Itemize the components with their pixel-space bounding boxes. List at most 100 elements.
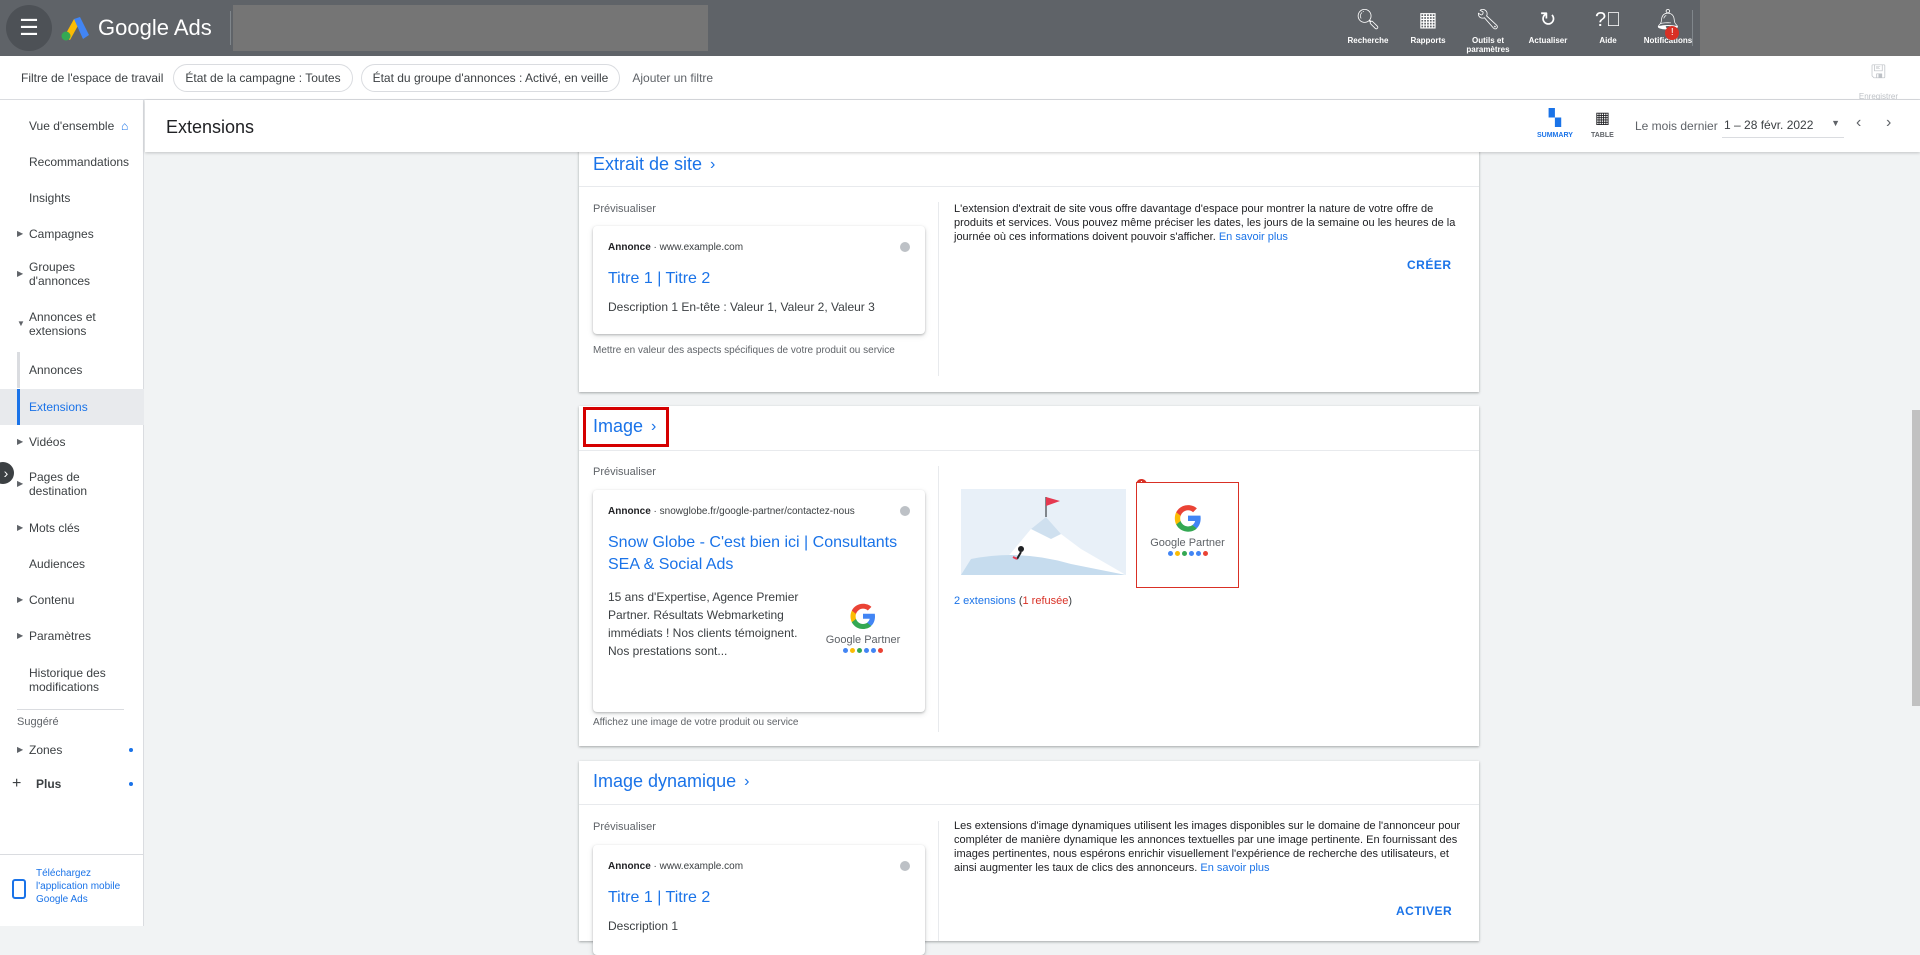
prev-period-button[interactable]: ‹ bbox=[1856, 114, 1861, 132]
divider bbox=[938, 821, 939, 941]
scrollbar[interactable] bbox=[1912, 410, 1920, 706]
dashboard-icon: ▚ bbox=[1548, 110, 1562, 127]
account-selector[interactable] bbox=[232, 5, 708, 51]
help-button[interactable]: ?⃝ Aide bbox=[1578, 0, 1638, 56]
next-period-button[interactable]: › bbox=[1886, 114, 1891, 132]
sidebar-item-extensions[interactable]: Extensions bbox=[0, 389, 144, 425]
new-dot bbox=[129, 782, 133, 786]
sidebar-item-insights[interactable]: Insights bbox=[0, 188, 144, 208]
sidebar-item-recommendations[interactable]: Recommandations bbox=[0, 152, 144, 172]
sidebar-item-ads[interactable]: Annonces bbox=[0, 360, 144, 380]
learn-more-link[interactable]: En savoir plus bbox=[1219, 231, 1288, 243]
create-button[interactable]: CRÉER bbox=[1407, 258, 1452, 272]
extension-count-link[interactable]: 2 extensions bbox=[954, 595, 1016, 607]
refresh-icon: ↻ bbox=[1539, 9, 1557, 31]
sidebar-item-label: Historique des modifications bbox=[29, 666, 106, 694]
ad-description: Description 1 En-tête : Valeur 1, Valeur… bbox=[608, 300, 875, 314]
table-icon: ▦ bbox=[1594, 110, 1610, 127]
chevron-right-icon: › bbox=[744, 772, 750, 790]
info-icon[interactable] bbox=[900, 242, 910, 252]
ad-description: Description 1 bbox=[608, 919, 679, 933]
sidebar-item-ad-groups[interactable]: ▶ Groupes d'annonces bbox=[0, 260, 144, 288]
sidebar-item-content[interactable]: ▶ Contenu bbox=[0, 590, 144, 610]
add-filter-button[interactable]: Ajouter un filtre bbox=[632, 71, 713, 85]
sidebar-item-more[interactable]: + Plus bbox=[0, 774, 144, 794]
sidebar-item-change-history[interactable]: Historique des modifications bbox=[0, 666, 144, 694]
notifications-button[interactable]: 🔔︎! Notifications bbox=[1638, 0, 1698, 56]
sidebar-item-label: Paramètres bbox=[29, 629, 92, 643]
divider bbox=[579, 186, 1479, 187]
mobile-download-icon bbox=[12, 879, 26, 899]
sitelink-extension-card: Extrait de site › Prévisualiser Annonce … bbox=[579, 140, 1479, 392]
account-info[interactable] bbox=[1700, 0, 1920, 56]
learn-more-link[interactable]: En savoir plus bbox=[1200, 862, 1269, 874]
reports-icon: ▦ bbox=[1418, 9, 1438, 31]
dynamic-image-card-title[interactable]: Image dynamique › bbox=[593, 771, 749, 792]
ad-url: www.example.com bbox=[659, 861, 744, 872]
partner-text: Google Partner bbox=[1150, 537, 1225, 549]
sidebar-item-videos[interactable]: ▶ Vidéos bbox=[0, 432, 144, 452]
google-ads-logo-icon bbox=[61, 17, 89, 41]
expand-arrow-icon: ▶ bbox=[17, 745, 24, 754]
expand-arrow-icon: ▶ bbox=[17, 523, 24, 532]
save-icon: 🖫 bbox=[1870, 62, 1887, 82]
refused-count-link[interactable]: 1 refusée bbox=[1023, 595, 1069, 607]
ad-url: snowglobe.fr/google-partner/contactez-no… bbox=[659, 506, 855, 517]
sidebar-item-settings[interactable]: ▶ Paramètres bbox=[0, 626, 144, 646]
mountain-illustration bbox=[961, 489, 1126, 575]
expand-arrow-icon: ▶ bbox=[17, 437, 24, 446]
tools-button[interactable]: 🔧︎ Outils et paramètres bbox=[1458, 0, 1518, 56]
table-view-button[interactable]: ▦ TABLE bbox=[1591, 108, 1614, 139]
dropdown-caret-icon: ▼ bbox=[1831, 118, 1840, 128]
mobile-promo-text: Téléchargez l'application mobile Google … bbox=[36, 868, 121, 905]
sidebar-item-label: Audiences bbox=[29, 557, 86, 571]
google-partner-logo: Google Partner bbox=[1137, 499, 1238, 556]
save-button[interactable]: 🖫 Enregistrer bbox=[1859, 60, 1898, 101]
refresh-button[interactable]: ↻ Actualiser bbox=[1518, 0, 1578, 56]
sidebar-item-keywords[interactable]: ▶ Mots clés bbox=[0, 518, 144, 538]
google-partner-image[interactable]: Google Partner bbox=[1136, 482, 1239, 588]
sitelink-card-title[interactable]: Extrait de site › bbox=[593, 154, 715, 175]
sidebar-item-label: Zones bbox=[29, 743, 63, 757]
sidebar-item-label: Vue d'ensemble bbox=[29, 119, 115, 133]
info-icon[interactable] bbox=[900, 861, 910, 871]
sidebar-item-zones[interactable]: ▶ Zones bbox=[0, 740, 144, 760]
adgroup-status-chip[interactable]: État du groupe d'annonces : Activé, en v… bbox=[360, 63, 621, 92]
extension-count: 2 extensions (1 refusée) bbox=[954, 595, 1073, 607]
info-text: L'extension d'extrait de site vous offre… bbox=[954, 203, 1456, 243]
sidebar-item-ads-extensions[interactable]: ▼ Annonces et extensions bbox=[0, 310, 144, 338]
image-extension-card: Image › Prévisualiser Annonce · snowglob… bbox=[579, 406, 1479, 746]
hamburger-menu-button[interactable]: ☰ bbox=[6, 5, 52, 51]
sidebar-item-landing-pages[interactable]: ▶ Pages de destination bbox=[0, 470, 144, 498]
top-actions: 🔍︎ Recherche ▦ Rapports 🔧︎ Outils et par… bbox=[1338, 0, 1698, 56]
sidebar-item-label: Campagnes bbox=[29, 227, 94, 241]
refresh-label: Actualiser bbox=[1528, 36, 1568, 45]
suggested-header: Suggéré bbox=[17, 716, 59, 728]
sidebar-item-overview[interactable]: Vue d'ensemble ⌂ bbox=[0, 116, 144, 136]
dynamic-image-info: Les extensions d'image dynamiques utilis… bbox=[954, 819, 1464, 875]
info-icon[interactable] bbox=[900, 506, 910, 516]
sidebar: Vue d'ensemble ⌂ Recommandations Insight… bbox=[0, 100, 144, 926]
campaign-status-chip[interactable]: État de la campagne : Toutes bbox=[173, 63, 353, 92]
divider bbox=[938, 202, 939, 376]
summary-view-button[interactable]: ▚ SUMMARY bbox=[1537, 108, 1573, 139]
ad-label: Annonce bbox=[608, 506, 651, 517]
mobile-app-promo[interactable]: Téléchargez l'application mobile Google … bbox=[0, 854, 144, 926]
divider bbox=[579, 450, 1479, 451]
date-range-value: 1 – 28 févr. 2022 bbox=[1724, 118, 1814, 132]
sitelink-info: L'extension d'extrait de site vous offre… bbox=[954, 202, 1464, 244]
google-ads-logo[interactable]: Google Ads bbox=[60, 15, 212, 41]
preview-label: Prévisualiser bbox=[593, 466, 656, 478]
date-range-select[interactable]: 1 – 28 févr. 2022 ▼ bbox=[1722, 112, 1844, 138]
ad-description: 15 ans d'Expertise, Agence Premier Partn… bbox=[608, 590, 799, 658]
reports-button[interactable]: ▦ Rapports bbox=[1398, 0, 1458, 56]
expand-arrow-icon: ▶ bbox=[17, 595, 24, 604]
activate-button[interactable]: ACTIVER bbox=[1396, 904, 1452, 918]
mountain-flag-image[interactable] bbox=[961, 489, 1126, 575]
google-g-icon bbox=[850, 603, 875, 629]
sidebar-item-campaigns[interactable]: ▶ Campagnes bbox=[0, 224, 144, 244]
dynamic-image-extension-card: Image dynamique › Prévisualiser Annonce … bbox=[579, 761, 1479, 955]
page-header: Extensions ▚ SUMMARY ▦ TABLE Le mois der… bbox=[145, 100, 1920, 152]
search-button[interactable]: 🔍︎ Recherche bbox=[1338, 0, 1398, 56]
sidebar-item-audiences[interactable]: Audiences bbox=[0, 554, 144, 574]
